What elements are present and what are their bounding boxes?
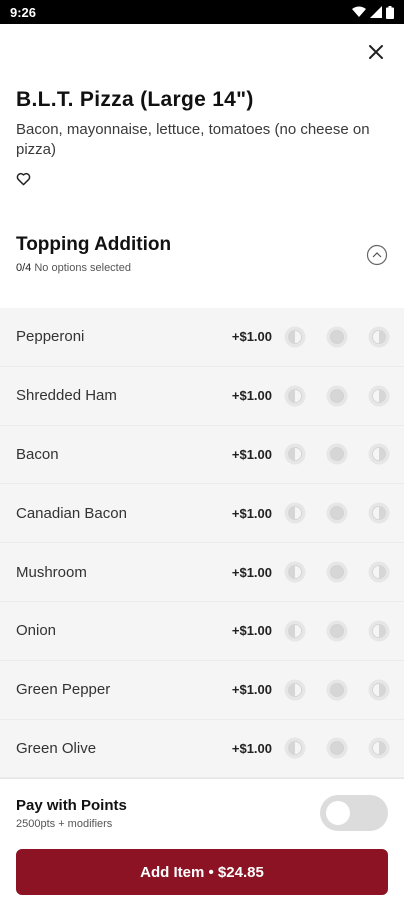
option-name: Green Pepper [16, 681, 111, 699]
signal-icon [370, 6, 382, 18]
left-half-icon[interactable] [284, 443, 306, 465]
status-time: 9:26 [10, 4, 37, 20]
portion-selector [284, 443, 390, 465]
wifi-icon [352, 6, 366, 17]
option-row[interactable]: Green Pepper +$1.00 [0, 661, 404, 720]
points-subtitle: 2500pts + modifiers [16, 817, 113, 830]
bottom-panel: Pay with Points 2500pts + modifiers Add … [0, 778, 404, 900]
option-name: Mushroom [16, 563, 87, 581]
option-price: +$1.00 [231, 682, 272, 698]
right-half-icon[interactable] [368, 326, 390, 348]
option-name: Onion [16, 622, 57, 640]
status-bar: 9:26 [0, 0, 404, 24]
top-bar [0, 24, 404, 80]
right-half-icon[interactable] [368, 737, 390, 759]
option-name: Canadian Bacon [16, 504, 127, 522]
option-row[interactable]: Mushroom +$1.00 [0, 543, 404, 602]
option-price: +$1.00 [231, 564, 272, 580]
close-icon [369, 45, 383, 59]
option-row[interactable]: Canadian Bacon +$1.00 [0, 484, 404, 544]
option-row[interactable]: Shredded Ham +$1.00 [0, 367, 404, 426]
options-list: Pepperoni +$1.00 Shredded Ham +$1.00 Bacon +$… [0, 308, 404, 778]
left-half-icon[interactable] [284, 326, 306, 348]
whole-icon[interactable] [326, 326, 348, 348]
left-half-icon[interactable] [284, 385, 306, 407]
right-half-icon[interactable] [368, 620, 390, 642]
item-title: B.L.T. Pizza (Large 14") [16, 88, 254, 111]
option-row[interactable]: Green Olive +$1.00 [0, 720, 404, 778]
option-name: Shredded Ham [16, 387, 117, 405]
left-half-icon[interactable] [284, 620, 306, 642]
option-row[interactable]: Onion +$1.00 [0, 602, 404, 661]
points-title: Pay with Points [16, 796, 127, 814]
portion-selector [284, 620, 390, 642]
option-name: Green Olive [16, 739, 97, 757]
portion-selector [284, 385, 390, 407]
add-item-button[interactable]: Add Item • $24.85 [16, 849, 388, 895]
option-price: +$1.00 [231, 505, 272, 521]
left-half-icon[interactable] [284, 561, 306, 583]
portion-selector [284, 502, 390, 524]
option-row[interactable]: Bacon +$1.00 [0, 426, 404, 485]
item-description: Bacon, mayonnaise, lettuce, tomatoes (no… [16, 121, 370, 158]
topping-section-header[interactable]: Topping Addition 0/4 No options selected [0, 234, 404, 306]
whole-icon[interactable] [326, 620, 348, 642]
whole-icon[interactable] [326, 443, 348, 465]
whole-icon[interactable] [326, 502, 348, 524]
option-price: +$1.00 [231, 388, 272, 404]
chevron-up-icon[interactable] [366, 244, 388, 266]
portion-selector [284, 561, 390, 583]
section-title: Topping Addition [16, 234, 172, 255]
close-button[interactable] [362, 38, 390, 66]
whole-icon[interactable] [326, 385, 348, 407]
favorite-button[interactable] [16, 170, 34, 188]
right-half-icon[interactable] [368, 561, 390, 583]
right-half-icon[interactable] [368, 502, 390, 524]
heart-icon [16, 172, 31, 186]
option-price: +$1.00 [231, 446, 272, 462]
pay-with-points-row: Pay with Points 2500pts + modifiers [0, 779, 404, 831]
whole-icon[interactable] [326, 737, 348, 759]
section-subtitle: 0/4 No options selected [16, 262, 171, 274]
points-toggle[interactable] [320, 795, 388, 831]
option-price: +$1.00 [231, 740, 272, 756]
option-price: +$1.00 [231, 329, 272, 345]
option-price: +$1.00 [231, 623, 272, 639]
option-name: Bacon [16, 445, 59, 463]
toggle-knob [326, 801, 350, 825]
right-half-icon[interactable] [368, 679, 390, 701]
right-half-icon[interactable] [368, 443, 390, 465]
whole-icon[interactable] [326, 561, 348, 583]
whole-icon[interactable] [326, 679, 348, 701]
portion-selector [284, 326, 390, 348]
status-icons [352, 5, 394, 19]
left-half-icon[interactable] [284, 679, 306, 701]
left-half-icon[interactable] [284, 502, 306, 524]
right-half-icon[interactable] [368, 385, 390, 407]
option-name: Pepperoni [16, 328, 85, 346]
battery-icon [386, 5, 394, 19]
selection-count: 0/4 [16, 262, 32, 274]
left-half-icon[interactable] [284, 737, 306, 759]
portion-selector [284, 737, 390, 759]
option-row[interactable]: Pepperoni +$1.00 [0, 308, 404, 367]
item-header: B.L.T. Pizza (Large 14") Bacon, mayonnai… [0, 80, 404, 188]
selection-status: No options selected [34, 262, 131, 274]
portion-selector [284, 679, 390, 701]
